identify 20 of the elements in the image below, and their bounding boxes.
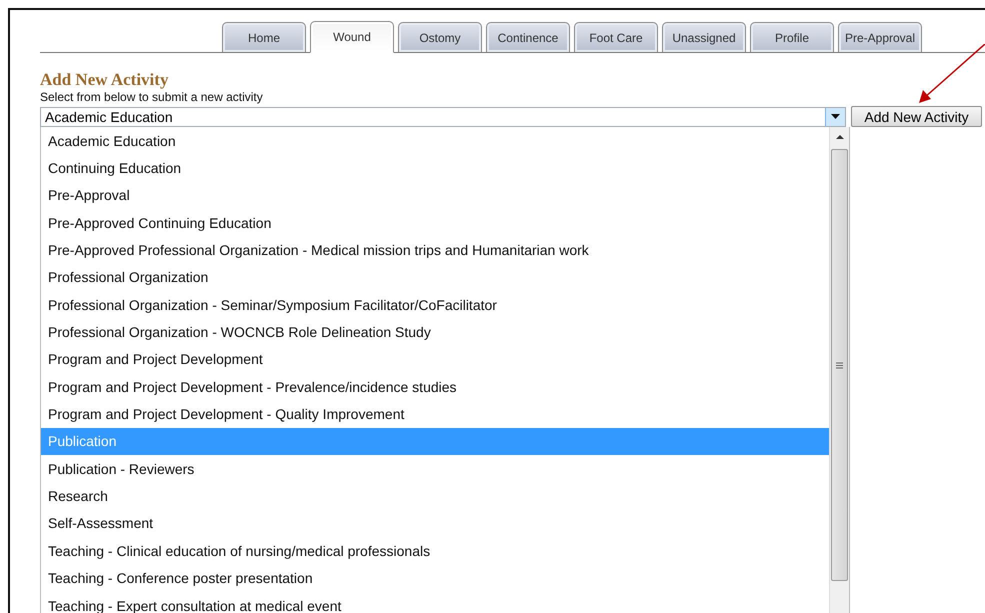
- activity-select[interactable]: Academic Education: [40, 106, 846, 126]
- section-heading: Add New Activity: [40, 70, 170, 90]
- tab[interactable]: Unassigned: [662, 22, 746, 52]
- tab[interactable]: Home: [222, 22, 306, 52]
- grip-icon: [836, 362, 843, 368]
- caret-icon: [831, 114, 840, 119]
- tab[interactable]: Continence: [486, 22, 570, 52]
- instruction-text: Select from below to submit a new activity: [40, 90, 264, 104]
- scroll-up-icon[interactable]: [836, 135, 844, 139]
- annotation-arrow: [916, 44, 985, 106]
- tab[interactable]: Wound: [310, 21, 394, 53]
- tab[interactable]: Foot Care: [574, 22, 658, 52]
- dropdown-button[interactable]: [825, 108, 845, 126]
- scroll-thumb[interactable]: [831, 149, 848, 581]
- select-value: Academic Education: [44, 108, 173, 124]
- tab[interactable]: Pre-Approval: [838, 22, 922, 52]
- tab[interactable]: Ostomy: [398, 22, 482, 52]
- tab[interactable]: Profile: [750, 22, 834, 52]
- scrollbar[interactable]: [829, 127, 849, 613]
- add-activity-button[interactable]: Add New Activity: [851, 106, 982, 127]
